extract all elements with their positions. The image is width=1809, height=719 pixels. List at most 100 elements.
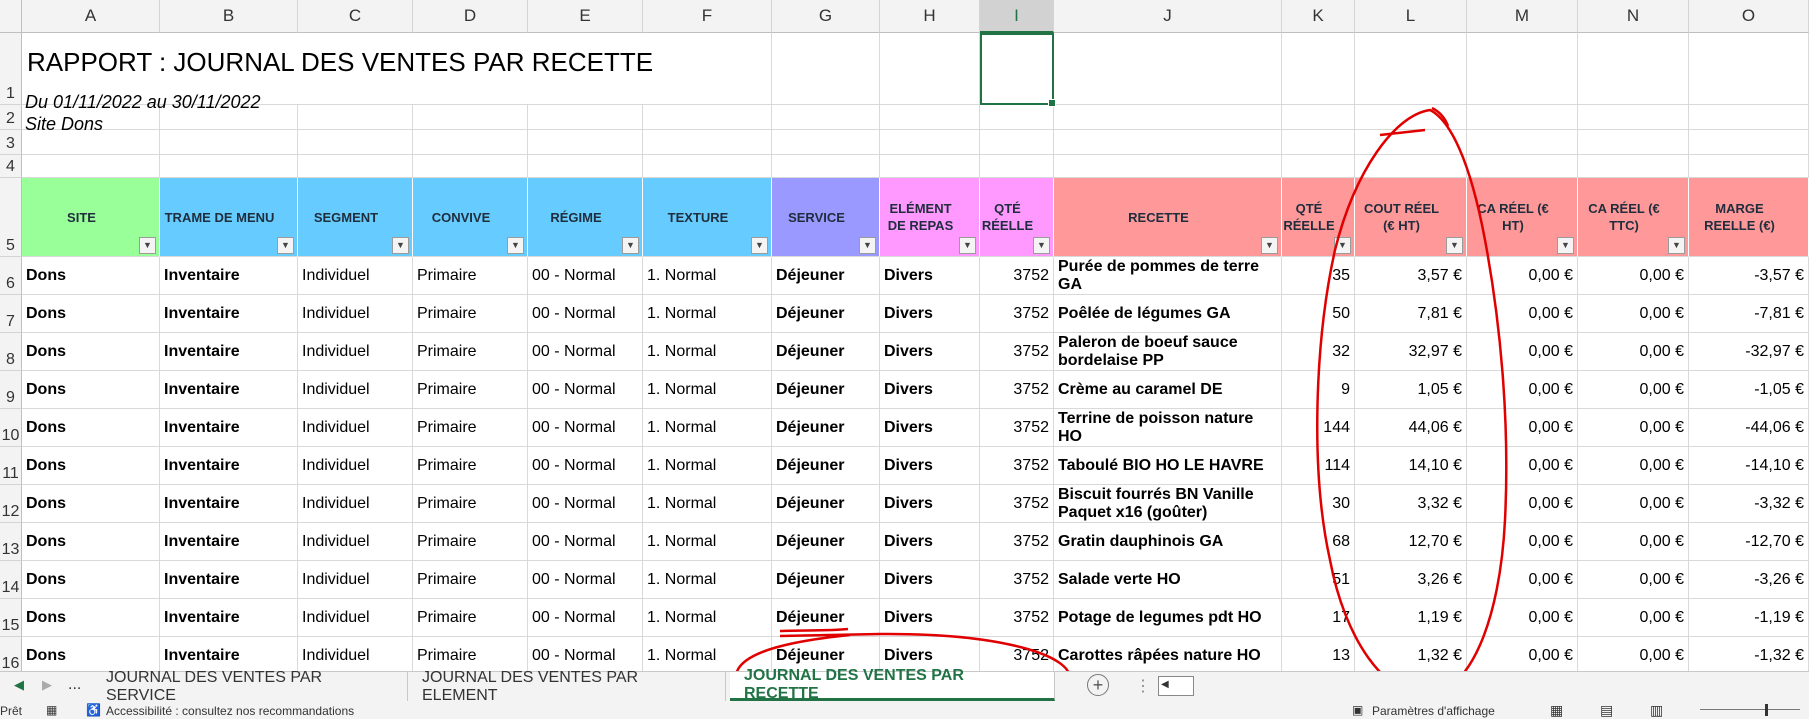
table-cell[interactable]: 0,00 € [1467,333,1578,371]
table-cell[interactable]: Primaire [413,637,528,671]
table-cell[interactable]: Primaire [413,295,528,333]
empty-cell[interactable] [160,130,298,155]
empty-cell[interactable] [298,130,413,155]
column-header-O[interactable]: O [1689,0,1809,33]
empty-cell[interactable] [1689,130,1809,155]
table-cell[interactable]: Déjeuner [772,485,880,523]
row-header-1[interactable]: 1 [0,33,22,105]
zoom-slider[interactable] [1700,709,1800,710]
table-cell[interactable]: Déjeuner [772,333,880,371]
table-cell[interactable]: 68 [1282,523,1355,561]
empty-cell[interactable] [1467,155,1578,178]
table-cell[interactable]: Primaire [413,257,528,295]
table-cell[interactable]: 1. Normal [643,561,772,599]
empty-cell[interactable] [880,33,980,105]
filter-dropdown-icon[interactable]: ▼ [1446,237,1463,254]
empty-cell[interactable] [1282,130,1355,155]
table-cell[interactable]: Inventaire [160,561,298,599]
empty-cell[interactable] [643,155,772,178]
table-cell[interactable]: Individuel [298,371,413,409]
filter-dropdown-icon[interactable]: ▼ [1261,237,1278,254]
table-cell[interactable]: Purée de pommes de terre GA [1054,257,1282,295]
table-cell[interactable]: Dons [22,523,160,561]
column-header-H[interactable]: H [880,0,980,33]
empty-cell[interactable] [880,155,980,178]
empty-cell[interactable] [413,105,528,130]
table-cell[interactable]: 0,00 € [1467,447,1578,485]
table-cell[interactable]: Divers [880,371,980,409]
table-cell[interactable]: 7,81 € [1355,295,1467,333]
empty-cell[interactable] [1282,155,1355,178]
selected-cell-I1[interactable] [980,33,1056,107]
table-cell[interactable]: 3752 [980,485,1054,523]
empty-cell[interactable] [22,155,160,178]
tab-scroll-right-icon[interactable]: ▶ [42,677,52,693]
tab-ventes-par-element[interactable]: JOURNAL DES VENTES PAR ELEMENT [408,669,726,704]
table-cell[interactable]: 0,00 € [1578,599,1689,637]
table-cell[interactable]: 1. Normal [643,257,772,295]
table-cell[interactable]: Déjeuner [772,523,880,561]
table-cell[interactable]: 3752 [980,295,1054,333]
table-cell[interactable]: 1. Normal [643,295,772,333]
table-cell[interactable]: 0,00 € [1467,257,1578,295]
table-cell[interactable]: 0,00 € [1467,409,1578,447]
table-cell[interactable]: 00 - Normal [528,561,643,599]
empty-cell[interactable] [880,130,980,155]
row-header-13[interactable]: 13 [0,523,22,561]
filter-dropdown-icon[interactable]: ▼ [139,237,156,254]
table-cell[interactable]: Dons [22,561,160,599]
row-header-10[interactable]: 10 [0,409,22,447]
table-cell[interactable]: Dons [22,295,160,333]
table-cell[interactable]: 00 - Normal [528,257,643,295]
table-cell[interactable]: -3,26 € [1689,561,1809,599]
empty-cell[interactable] [1054,155,1282,178]
table-cell[interactable]: Inventaire [160,485,298,523]
empty-cell[interactable] [643,33,772,105]
table-cell[interactable]: Individuel [298,637,413,671]
table-cell[interactable]: 0,00 € [1578,257,1689,295]
normal-view-icon[interactable]: ▦ [1550,702,1563,719]
table-cell[interactable]: -32,97 € [1689,333,1809,371]
table-cell[interactable]: 1. Normal [643,485,772,523]
table-cell[interactable]: Divers [880,409,980,447]
table-cell[interactable]: 0,00 € [1578,409,1689,447]
table-cell[interactable]: Individuel [298,447,413,485]
table-cell[interactable]: -14,10 € [1689,447,1809,485]
table-cell[interactable]: Déjeuner [772,409,880,447]
table-cell[interactable]: Primaire [413,561,528,599]
table-cell[interactable]: 00 - Normal [528,523,643,561]
table-cell[interactable]: Poêlée de légumes GA [1054,295,1282,333]
row-header-14[interactable]: 14 [0,561,22,599]
table-cell[interactable]: 0,00 € [1578,295,1689,333]
table-cell[interactable]: 3752 [980,523,1054,561]
row-header-2[interactable]: 2 [0,105,22,130]
table-cell[interactable]: -3,57 € [1689,257,1809,295]
empty-cell[interactable] [1467,33,1578,105]
empty-cell[interactable] [1578,155,1689,178]
empty-cell[interactable] [1467,105,1578,130]
empty-cell[interactable] [413,130,528,155]
table-cell[interactable]: 9 [1282,371,1355,409]
table-cell[interactable]: 3,32 € [1355,485,1467,523]
table-cell[interactable]: Inventaire [160,295,298,333]
table-cell[interactable]: 0,00 € [1578,333,1689,371]
table-cell[interactable]: 0,00 € [1578,485,1689,523]
column-header-K[interactable]: K [1282,0,1355,33]
empty-cell[interactable] [643,105,772,130]
empty-cell[interactable] [1282,105,1355,130]
row-header-3[interactable]: 3 [0,130,22,155]
empty-cell[interactable] [1467,130,1578,155]
table-cell[interactable]: Inventaire [160,409,298,447]
table-cell[interactable]: Gratin dauphinois GA [1054,523,1282,561]
table-cell[interactable]: 00 - Normal [528,409,643,447]
empty-cell[interactable] [528,105,643,130]
table-cell[interactable]: Primaire [413,333,528,371]
column-header-A[interactable]: A [22,0,160,33]
table-cell[interactable]: Divers [880,485,980,523]
table-cell[interactable]: 1,32 € [1355,637,1467,671]
table-cell[interactable]: 1,05 € [1355,371,1467,409]
table-cell[interactable]: 14,10 € [1355,447,1467,485]
table-cell[interactable]: 3752 [980,561,1054,599]
column-header-N[interactable]: N [1578,0,1689,33]
table-cell[interactable]: 50 [1282,295,1355,333]
